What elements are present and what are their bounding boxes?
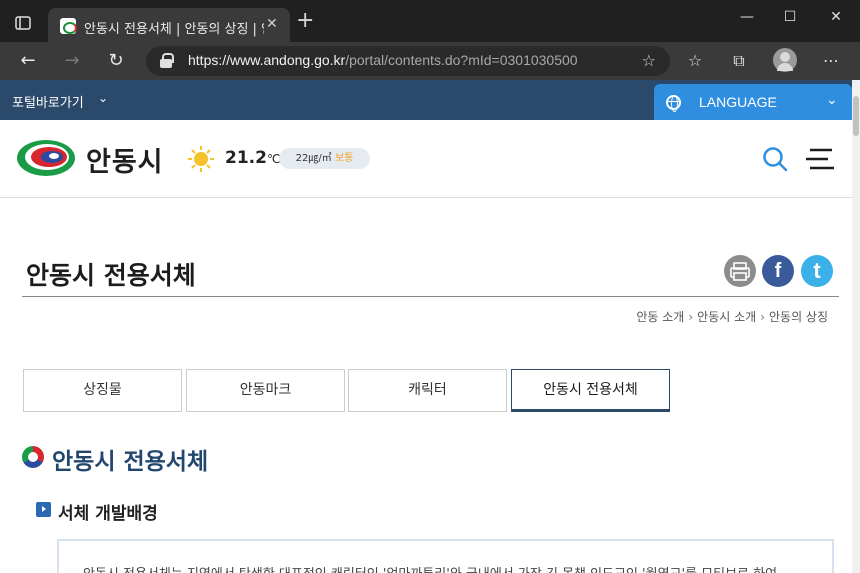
print-button[interactable]	[724, 255, 756, 287]
lock-icon[interactable]	[160, 53, 174, 68]
fine-dust-badge: 22㎍/㎥ 보통	[279, 148, 370, 169]
tab-actions-icon[interactable]	[14, 14, 32, 32]
favorites-icon[interactable]: ☆	[684, 50, 706, 72]
chevron-right-icon: ›	[688, 310, 694, 324]
tab-andong-mark[interactable]: 안동마크	[186, 369, 345, 412]
breadcrumb-item[interactable]: 안동의 상징	[769, 310, 828, 324]
breadcrumb-item[interactable]: 안동 소개	[636, 310, 684, 324]
url-scheme: https://	[188, 52, 231, 68]
tab-title: 안동시 전용서체 | 안동의 상징 | 안동시청	[84, 22, 264, 37]
window-close-icon[interactable]: ✕	[821, 6, 851, 28]
chevron-down-icon[interactable]: ⌄	[98, 91, 108, 105]
plus-icon[interactable]: +	[296, 10, 314, 32]
temperature-value: 21.2	[225, 148, 267, 168]
collections-icon[interactable]: ⧉	[728, 50, 750, 72]
chevron-down-icon: ⌄	[826, 92, 838, 108]
minimize-icon[interactable]: —	[732, 6, 762, 28]
address-bar[interactable]: https://www.andong.go.kr/portal/contents…	[146, 46, 670, 76]
add-favorite-icon[interactable]: ☆	[642, 51, 656, 70]
url-host: www.andong.go.kr	[230, 52, 346, 68]
menu-icon[interactable]	[806, 147, 834, 171]
forward-icon: →	[64, 50, 80, 71]
scrollbar[interactable]	[852, 80, 860, 573]
portal-shortcut-link[interactable]: 포털바로가기	[12, 92, 84, 111]
sunny-weather-icon	[188, 146, 214, 172]
profile-icon[interactable]	[773, 48, 797, 72]
tab-character[interactable]: 캐릭터	[348, 369, 507, 412]
close-icon[interactable]: ✕	[266, 16, 278, 32]
twitter-share-icon[interactable]: t	[801, 255, 833, 287]
square-bullet-icon	[36, 502, 51, 517]
print-icon	[730, 262, 750, 281]
language-selector[interactable]: LANGUAGE ⌄	[654, 84, 852, 120]
ring-bullet-icon	[22, 446, 44, 468]
fine-dust-status: 보통	[334, 153, 354, 164]
site-logo-text[interactable]: 안동시	[86, 140, 164, 179]
search-icon[interactable]	[762, 146, 788, 172]
site-header: 안동시 21.2℃ 22㎍/㎥ 보통	[0, 120, 852, 198]
browser-toolbar: ← → ↻ https://www.andong.go.kr/portal/co…	[0, 42, 860, 80]
fine-dust-value: 22㎍/㎥	[295, 153, 332, 164]
browser-tab[interactable]: 안동시 전용서체 | 안동의 상징 | 안동시청 ✕	[48, 8, 290, 46]
back-icon[interactable]: ←	[14, 48, 42, 74]
content-box: 안동시 전용서체는 지역에서 탄생한 대표적인 캐릭터인 '엄마까투리'와 국내…	[57, 539, 834, 573]
refresh-icon[interactable]: ↻	[102, 48, 130, 74]
maximize-icon[interactable]: ☐	[775, 6, 805, 28]
subsection-heading-text: 서체 개발배경	[58, 504, 158, 524]
web-page: 포털바로가기 ⌄ LANGUAGE ⌄ 안동시 21.2℃ 22㎍/㎥ 보통 안…	[0, 80, 852, 573]
temperature: 21.2℃	[225, 148, 280, 168]
url-text[interactable]: https://www.andong.go.kr/portal/contents…	[188, 52, 578, 68]
globe-icon	[666, 95, 681, 112]
breadcrumb-item[interactable]: 안동시 소개	[697, 310, 756, 324]
andong-logo-icon[interactable]	[16, 139, 76, 177]
more-icon[interactable]: ⋯	[820, 50, 842, 72]
body-text: 안동시 전용서체는 지역에서 탄생한 대표적인 캐릭터인 '엄마까투리'와 국내…	[83, 563, 823, 573]
url-path: /portal/contents.do?mId=0301030500	[345, 52, 578, 68]
portal-topbar: 포털바로가기 ⌄ LANGUAGE ⌄	[0, 80, 852, 120]
language-label: LANGUAGE	[699, 94, 777, 110]
site-favicon-icon	[60, 18, 77, 34]
scrollbar-thumb[interactable]	[853, 96, 859, 136]
browser-titlebar: 안동시 전용서체 | 안동의 상징 | 안동시청 ✕ + — ☐ ✕	[0, 0, 860, 46]
facebook-share-icon[interactable]: f	[762, 255, 794, 287]
section-heading-text: 안동시 전용서체	[52, 449, 209, 475]
tab-symbols[interactable]: 상징물	[23, 369, 182, 412]
chevron-right-icon: ›	[760, 310, 765, 324]
breadcrumb: 안동 소개 › 안동시 소개 › 안동의 상징	[636, 308, 828, 325]
tab-dedicated-font[interactable]: 안동시 전용서체	[511, 369, 670, 412]
title-divider	[22, 296, 839, 297]
page-title: 안동시 전용서체	[26, 261, 196, 290]
